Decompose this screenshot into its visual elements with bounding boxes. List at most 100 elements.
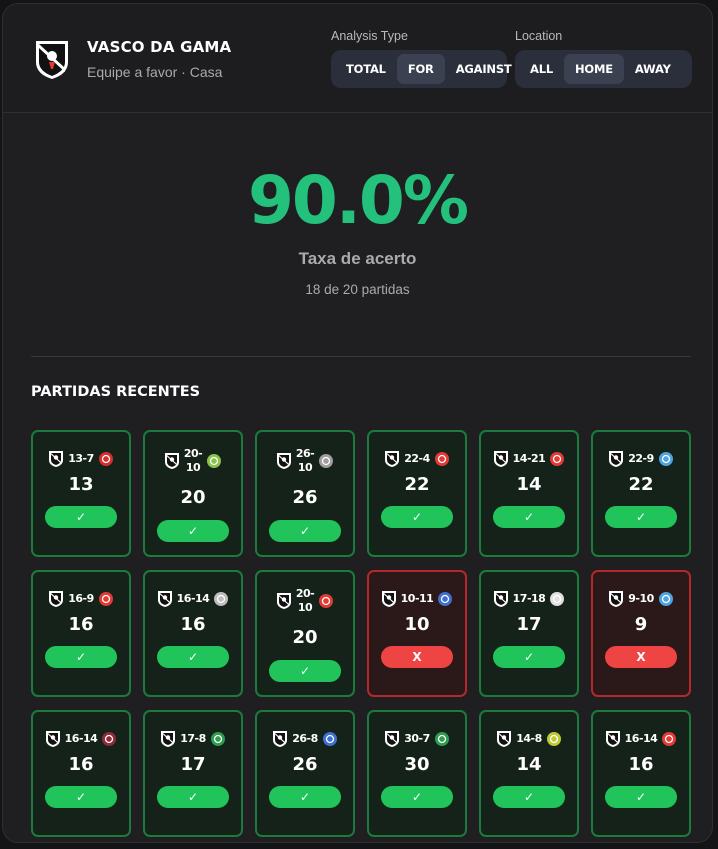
fluminense-crest-icon bbox=[102, 732, 117, 746]
vasco-crest-icon bbox=[276, 593, 291, 609]
match-value: 20 bbox=[180, 487, 206, 508]
match-card[interactable]: 22-9 22 ✓ bbox=[591, 430, 691, 557]
location-home-button[interactable]: HOME bbox=[563, 54, 624, 84]
match-header: 22-4 bbox=[369, 442, 465, 476]
hit-badge: ✓ bbox=[157, 786, 229, 808]
miss-badge: X bbox=[605, 646, 677, 668]
vasco-crest-icon bbox=[605, 731, 620, 747]
divider bbox=[31, 356, 691, 357]
match-card[interactable]: 22-4 22 ✓ bbox=[367, 430, 467, 557]
paysandu-crest-icon bbox=[658, 452, 673, 466]
vasco-crest-icon bbox=[493, 451, 508, 467]
match-analysis-panel: VASCO DA GAMA Equipe a favor · Casa Anal… bbox=[2, 3, 713, 843]
match-value: 30 bbox=[404, 754, 430, 775]
match-card[interactable]: 20- 10 20 ✓ bbox=[255, 570, 355, 697]
match-card[interactable]: 16-14 16 ✓ bbox=[31, 710, 131, 837]
match-header: 20- 10 bbox=[257, 584, 353, 618]
match-card[interactable]: 16-14 16 ✓ bbox=[143, 570, 243, 697]
cruzeiro-crest-icon bbox=[438, 592, 453, 606]
match-card[interactable]: 14-8 14 ✓ bbox=[479, 710, 579, 837]
match-header: 16-14 bbox=[145, 582, 241, 616]
match-header: 17-18 bbox=[481, 582, 577, 616]
match-score: 13-7 bbox=[68, 452, 94, 465]
mirassol-crest-icon bbox=[207, 454, 222, 468]
match-value: 22 bbox=[628, 474, 654, 495]
hit-badge: ✓ bbox=[45, 646, 117, 668]
vasco-crest-icon bbox=[36, 41, 68, 79]
match-header: 14-21 bbox=[481, 442, 577, 476]
match-value: 16 bbox=[180, 614, 206, 635]
hit-badge: ✓ bbox=[45, 786, 117, 808]
match-header: 20- 10 bbox=[145, 444, 241, 478]
palmeiras-crest-icon bbox=[210, 732, 225, 746]
match-card[interactable]: 10-11 10 X bbox=[367, 570, 467, 697]
match-header: 14-8 bbox=[481, 722, 577, 756]
match-card[interactable]: 17-18 17 ✓ bbox=[479, 570, 579, 697]
analysis-total-button[interactable]: TOTAL bbox=[335, 54, 397, 84]
match-value: 17 bbox=[180, 754, 206, 775]
match-value: 17 bbox=[516, 614, 542, 635]
match-score: 16-14 bbox=[176, 592, 210, 605]
match-header: 16-9 bbox=[33, 582, 129, 616]
match-card[interactable]: 14-21 14 ✓ bbox=[479, 430, 579, 557]
team-name: VASCO DA GAMA bbox=[87, 38, 232, 56]
match-value: 14 bbox=[516, 474, 542, 495]
vasco-crest-icon bbox=[609, 591, 624, 607]
internacional-crest-icon bbox=[662, 732, 677, 746]
match-card[interactable]: 26-8 26 ✓ bbox=[255, 710, 355, 837]
redbull-crest-icon bbox=[550, 452, 565, 466]
match-header: 9-10 bbox=[593, 582, 689, 616]
hit-rate-detail: 18 de 20 partidas bbox=[305, 282, 410, 297]
match-score: 16-14 bbox=[624, 732, 658, 745]
match-card[interactable]: 17-8 17 ✓ bbox=[143, 710, 243, 837]
match-value: 16 bbox=[68, 754, 94, 775]
location-all-button[interactable]: ALL bbox=[519, 54, 564, 84]
bahia-crest-icon bbox=[322, 732, 337, 746]
vasco-crest-icon bbox=[493, 591, 508, 607]
match-card[interactable]: 16-9 16 ✓ bbox=[31, 570, 131, 697]
vasco-crest-icon bbox=[164, 453, 179, 469]
location-away-button[interactable]: AWAY bbox=[624, 54, 682, 84]
match-value: 10 bbox=[404, 614, 430, 635]
team-subtitle: Equipe a favor · Casa bbox=[87, 64, 223, 80]
analysis-type-label: Analysis Type bbox=[331, 29, 408, 43]
hit-badge: ✓ bbox=[45, 506, 117, 528]
match-score: 22-9 bbox=[628, 452, 654, 465]
botafogo-crest-icon bbox=[550, 592, 565, 606]
analysis-for-button[interactable]: FOR bbox=[396, 54, 445, 84]
match-value: 14 bbox=[516, 754, 542, 775]
athletico-pr-crest-icon bbox=[98, 592, 113, 606]
hit-badge: ✓ bbox=[269, 520, 341, 542]
recent-matches-grid: 13-7 13 ✓ 20- 10 20 ✓ 26- 10 26 ✓ 22-4 22 ✓ 14-21 14 ✓ 22… bbox=[31, 430, 691, 837]
vasco-crest-icon bbox=[45, 731, 60, 747]
medellin-crest-icon bbox=[98, 452, 113, 466]
vasco-crest-icon bbox=[49, 591, 64, 607]
match-score: 9-10 bbox=[628, 592, 654, 605]
corinthians-crest-icon bbox=[214, 592, 229, 606]
match-score: 17-8 bbox=[180, 732, 206, 745]
hit-badge: ✓ bbox=[269, 660, 341, 682]
match-card[interactable]: 16-14 16 ✓ bbox=[591, 710, 691, 837]
match-card[interactable]: 30-7 30 ✓ bbox=[367, 710, 467, 837]
hit-rate-percentage: 90.0% bbox=[248, 162, 469, 239]
hit-badge: ✓ bbox=[157, 520, 229, 542]
location-toggle: ALL HOME AWAY bbox=[515, 50, 692, 88]
match-card[interactable]: 9-10 9 X bbox=[591, 570, 691, 697]
match-header: 17-8 bbox=[145, 722, 241, 756]
match-score: 16-9 bbox=[68, 592, 94, 605]
match-value: 22 bbox=[404, 474, 430, 495]
match-card[interactable]: 20- 10 20 ✓ bbox=[143, 430, 243, 557]
match-card[interactable]: 26- 10 26 ✓ bbox=[255, 430, 355, 557]
hit-badge: ✓ bbox=[605, 506, 677, 528]
match-score: 14-8 bbox=[516, 732, 542, 745]
match-header: 26- 10 bbox=[257, 444, 353, 478]
recent-matches-title: PARTIDAS RECENTES bbox=[31, 384, 201, 400]
gremio-crest-icon bbox=[658, 592, 673, 606]
match-score: 20- 10 bbox=[295, 587, 315, 614]
vasco-crest-icon bbox=[385, 451, 400, 467]
match-score: 17-18 bbox=[512, 592, 546, 605]
analysis-against-button[interactable]: AGAINST bbox=[445, 54, 523, 84]
vasco-crest-icon bbox=[385, 731, 400, 747]
match-card[interactable]: 13-7 13 ✓ bbox=[31, 430, 131, 557]
match-header: 22-9 bbox=[593, 442, 689, 476]
